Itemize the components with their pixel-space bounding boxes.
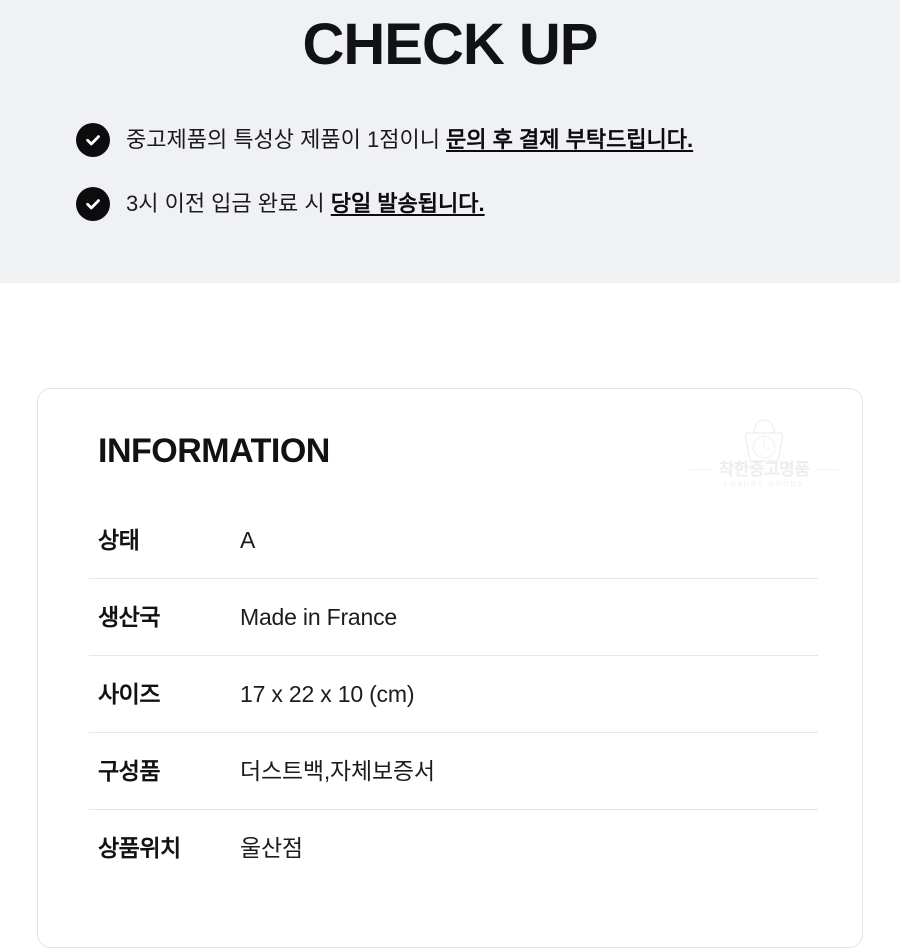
- table-row: 상품위치 울산점: [38, 809, 862, 886]
- check-circle-icon: [76, 123, 110, 157]
- table-row: 생산국 Made in France: [38, 578, 862, 655]
- checkup-title: CHECK UP: [302, 12, 599, 77]
- checkup-item: 중고제품의 특성상 제품이 1점이니 문의 후 결제 부탁드립니다.: [76, 118, 876, 162]
- table-row: 구성품 더스트백,자체보증서: [38, 732, 862, 809]
- checkup-list: 중고제품의 특성상 제품이 1점이니 문의 후 결제 부탁드립니다. 3시 이전…: [76, 118, 876, 246]
- row-label: 상태: [98, 526, 140, 553]
- handbag-logo-icon: [744, 419, 784, 462]
- information-title: INFORMATION: [98, 432, 330, 470]
- table-row: 상태 A: [38, 501, 862, 578]
- checkup-item-text-emphasis: 당일 발송됩니다.: [330, 191, 485, 216]
- row-value: Made in France: [240, 603, 397, 630]
- row-label: 상품위치: [98, 834, 181, 861]
- brand-watermark: 착한중고명품 LUXURY GOODS: [690, 417, 838, 495]
- watermark-brand-subtitle: LUXURY GOODS: [723, 481, 805, 488]
- row-label: 사이즈: [98, 680, 160, 707]
- row-value: 17 x 22 x 10 (cm): [240, 680, 415, 707]
- checkup-section: CHECK UP 중고제품의 특성상 제품이 1점이니 문의 후 결제 부탁드립…: [0, 0, 900, 283]
- information-card: INFORMATION 착한중고명품 LUXURY GOODS 상태 A 생산국…: [37, 388, 863, 948]
- row-label: 생산국: [98, 603, 160, 630]
- checkup-item-text-plain: 중고제품의 특성상 제품이 1점이니: [126, 127, 447, 152]
- row-value: 울산점: [240, 834, 303, 861]
- checkup-item: 3시 이전 입금 완료 시 당일 발송됩니다.: [76, 182, 876, 226]
- table-row: 사이즈 17 x 22 x 10 (cm): [38, 655, 862, 732]
- checkup-item-text-emphasis: 문의 후 결제 부탁드립니다.: [446, 127, 694, 152]
- checkup-item-text: 3시 이전 입금 완료 시 당일 발송됩니다.: [126, 189, 485, 219]
- section-spacer: [0, 283, 900, 388]
- row-label: 구성품: [98, 757, 160, 784]
- check-circle-icon: [76, 187, 110, 221]
- checkup-item-text-plain: 3시 이전 입금 완료 시: [126, 191, 331, 216]
- information-table: 상태 A 생산국 Made in France 사이즈 17 x 22 x 10…: [38, 501, 862, 886]
- row-value: A: [240, 526, 256, 553]
- checkup-item-text: 중고제품의 특성상 제품이 1점이니 문의 후 결제 부탁드립니다.: [126, 125, 693, 155]
- row-value: 더스트백,자체보증서: [240, 757, 435, 784]
- watermark-brand-name: 착한중고명품: [718, 460, 810, 479]
